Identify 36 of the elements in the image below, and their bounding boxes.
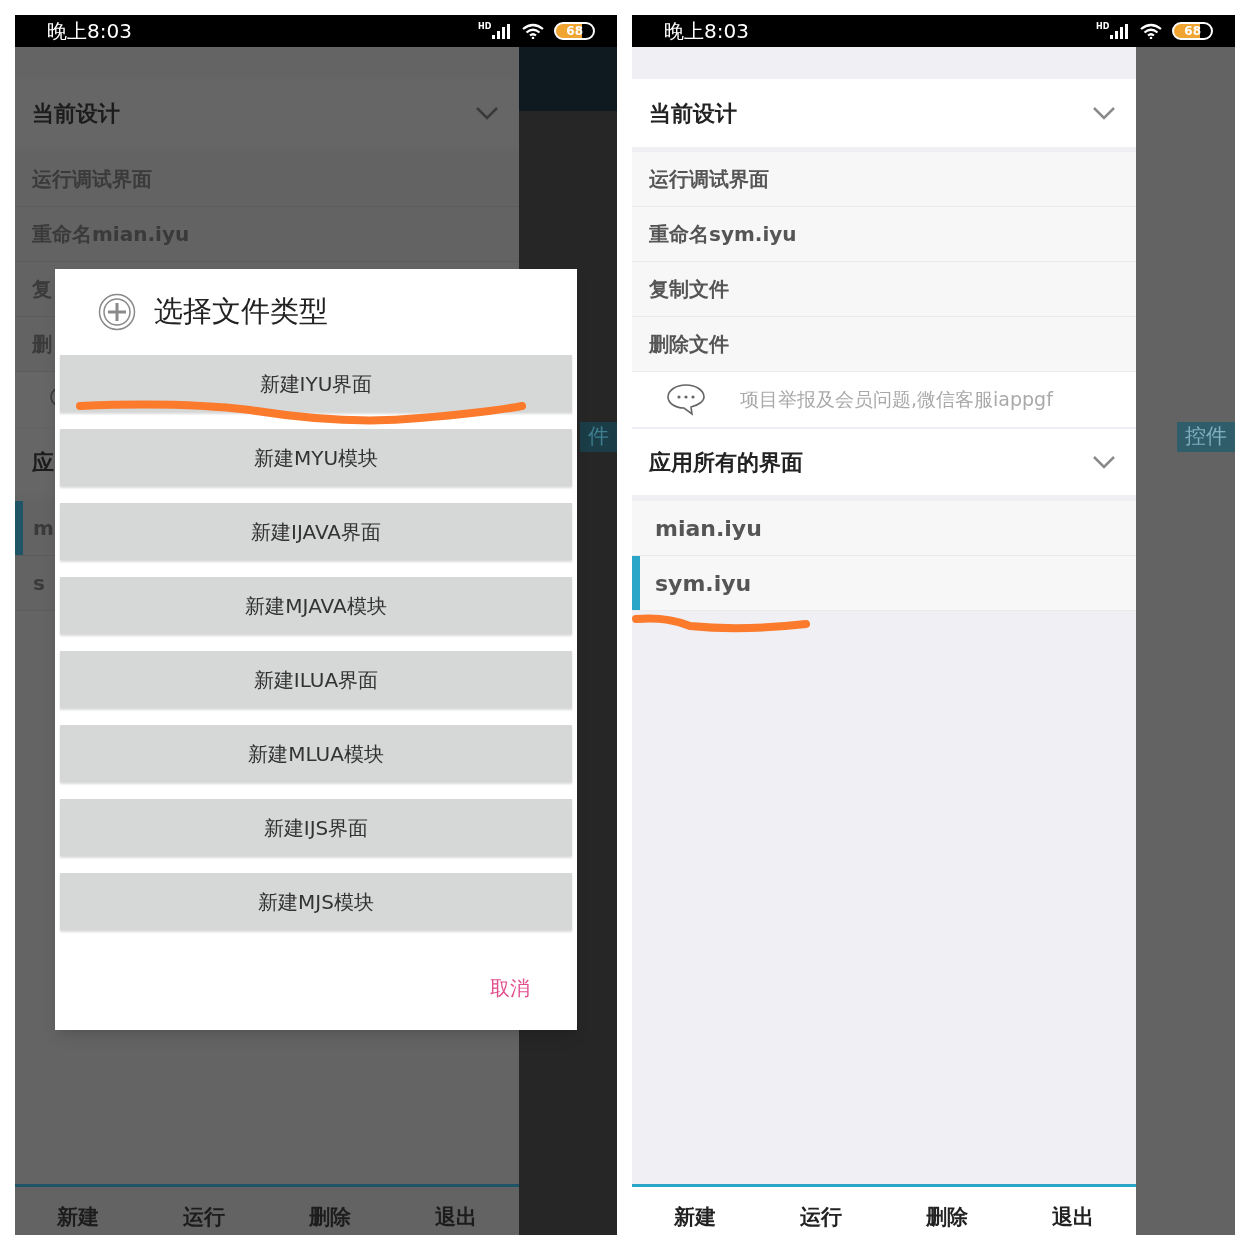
chat-bubble-icon (666, 382, 706, 417)
network-label: HD (477, 23, 492, 31)
dialog-title: 选择文件类型 (154, 293, 328, 331)
option-button[interactable]: 新建MYU模块 (60, 429, 572, 486)
file-item[interactable]: sym.iyu (632, 556, 1136, 611)
menu-item[interactable]: 运行调试界面 (632, 152, 1136, 207)
option-button[interactable]: 新建MLUA模块 (60, 725, 572, 782)
bottom-tab[interactable]: 新建 (632, 1201, 758, 1233)
bottom-tab[interactable]: 删除 (884, 1201, 1010, 1233)
section-header[interactable]: 当前设计 (649, 96, 737, 130)
menu-item[interactable]: 复制文件 (632, 262, 1136, 317)
status-time: 晚上8:03 (664, 21, 749, 41)
section-header[interactable]: 应用所有的界面 (649, 445, 803, 479)
cancel-button[interactable]: 取消 (490, 973, 530, 1003)
notice-text: 项目举报及会员问题,微信客服iappgf (740, 387, 1053, 413)
option-button[interactable]: 新建MJAVA模块 (60, 577, 572, 634)
bottom-tab[interactable]: 运行 (758, 1201, 884, 1233)
wifi-icon (1140, 23, 1163, 39)
option-button[interactable]: 新建ILUA界面 (60, 651, 572, 708)
status-time: 晚上8:03 (47, 21, 132, 41)
option-button[interactable]: 新建IYU界面 (60, 355, 572, 412)
plus-circle-icon (98, 293, 136, 331)
network-label: HD (1095, 23, 1110, 31)
chevron-down-icon[interactable] (1092, 106, 1116, 120)
signal-icon (492, 23, 513, 39)
option-button[interactable]: 新建IJAVA界面 (60, 503, 572, 560)
option-button[interactable]: 新建IJS界面 (60, 799, 572, 856)
menu-item[interactable]: 重命名sym.iyu (632, 207, 1136, 262)
chevron-down-icon[interactable] (1092, 455, 1116, 469)
menu-item[interactable]: 删除文件 (632, 317, 1136, 372)
wifi-icon (522, 23, 545, 39)
chevron-down-icon[interactable] (475, 106, 499, 120)
bottom-tab[interactable]: 退出 (1010, 1201, 1136, 1233)
signal-icon (1110, 23, 1131, 39)
option-button[interactable]: 新建MJS模块 (60, 873, 572, 930)
file-item[interactable]: mian.iyu (632, 501, 1136, 556)
